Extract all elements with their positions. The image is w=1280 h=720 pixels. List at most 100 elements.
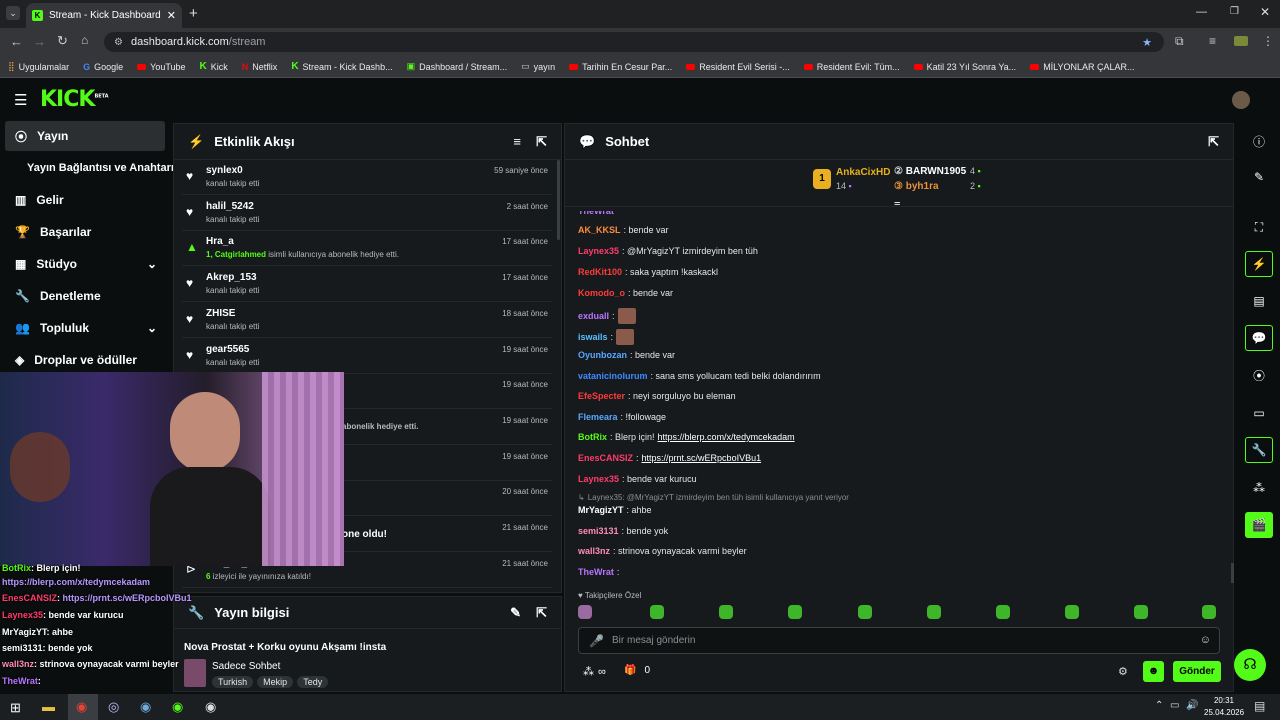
tab-search-icon[interactable]: ⌄ — [6, 6, 20, 20]
system-clock[interactable]: 20:31 25.04.2026 — [1204, 695, 1244, 719]
sidebar-item-topluluk[interactable]: 👥 Topluluk ⌄ — [5, 313, 165, 343]
chat-username[interactable]: TheWrat — [578, 567, 614, 577]
popout-icon[interactable]: ⇱ — [536, 134, 547, 150]
chat-username[interactable]: wall3nz — [578, 546, 610, 556]
popout-icon[interactable]: ⇱ — [1208, 134, 1219, 150]
emote-icon[interactable] — [927, 605, 941, 619]
volume-icon[interactable]: 🔊 — [1186, 700, 1198, 711]
user-avatar[interactable] — [1232, 91, 1250, 109]
emote-icon[interactable] — [578, 605, 592, 619]
send-button[interactable]: Gönder — [1173, 661, 1221, 682]
bookmark-youtube[interactable]: YouTube — [137, 62, 186, 72]
event-username[interactable]: Hra_a — [206, 236, 234, 247]
event-username[interactable]: ZHISE — [206, 308, 235, 319]
file-explorer-icon[interactable]: ▬ — [42, 699, 55, 714]
leader-name-1[interactable]: AnkaCixHD — [836, 167, 890, 178]
minimize-icon[interactable]: — — [1196, 6, 1207, 18]
reload-icon[interactable]: ↻ — [57, 33, 68, 49]
broadcast-toggle-icon[interactable]: ⦿ — [1245, 362, 1273, 388]
chat-username[interactable]: Oyunbozan — [578, 350, 627, 360]
bookmark-dashboard-stream[interactable]: ▣ Dashboard / Stream... — [407, 61, 508, 72]
profile-avatar-icon[interactable] — [1234, 36, 1248, 46]
chat-username[interactable]: semi3131 — [578, 526, 619, 536]
sidebar-item-studyo[interactable]: ▦ Stüdyo ⌄ — [5, 249, 165, 279]
address-bar[interactable]: ⚙ dashboard.kick.com/stream ★ — [104, 32, 1164, 52]
emote-icon[interactable] — [858, 605, 872, 619]
bookmark-yt-4[interactable]: Katil 23 Yıl Sonra Ya... — [913, 62, 1016, 72]
sidebar-item-droplar[interactable]: ◈ Droplar ve ödüller — [5, 345, 165, 375]
event-username[interactable]: gear5565 — [206, 344, 249, 355]
bookmark-yt-5[interactable]: MİLYONLAR ÇALAR... — [1030, 62, 1135, 72]
sidebar-item-gelir[interactable]: ▥ Gelir — [5, 185, 165, 215]
event-username[interactable]: halil_5242 — [206, 201, 254, 212]
forward-icon[interactable]: → — [33, 34, 46, 49]
windows-start-icon[interactable]: ⊞ — [10, 700, 21, 716]
leader-name-3[interactable]: ③ byh1ra — [894, 181, 939, 192]
new-tab-icon[interactable]: + — [189, 5, 198, 22]
chat-username[interactable]: EnesCANSIZ — [578, 453, 633, 463]
tag[interactable]: Turkish — [212, 676, 254, 688]
chat-username[interactable]: exdualI — [578, 311, 609, 321]
chat-username[interactable]: vatanicinolurum — [578, 371, 648, 381]
chat-link[interactable]: https://blerp.com/x/tedymcekadam — [658, 432, 795, 442]
browser-tab-active[interactable]: K Stream - Kick Dashboard ✕ — [26, 3, 182, 28]
kick-app-icon[interactable]: ◉ — [172, 699, 183, 715]
emote-icon[interactable] — [1202, 605, 1216, 619]
notes-icon[interactable]: ▤ — [1245, 288, 1273, 314]
tag[interactable]: Mekip — [257, 676, 294, 688]
restore-icon[interactable]: ❐ — [1230, 6, 1239, 17]
tag[interactable]: Tedy — [297, 676, 329, 688]
chat-username[interactable]: Flemeara — [578, 412, 618, 422]
bookmark-star-icon[interactable]: ★ — [1142, 36, 1152, 49]
event-username[interactable]: Akrep_153 — [206, 272, 257, 283]
layout-icon[interactable]: ▭ — [1245, 400, 1273, 426]
event-username[interactable]: synlex0 — [206, 165, 243, 176]
popout-icon[interactable]: ⇱ — [536, 605, 547, 621]
emote-icon[interactable] — [719, 605, 733, 619]
emote-icon[interactable] — [996, 605, 1010, 619]
edit-pencil-icon[interactable]: ✎ — [1245, 164, 1273, 190]
kick-logo[interactable]: KICKBETA — [40, 87, 109, 112]
gift-counter[interactable]: 🎁 0 — [624, 665, 650, 676]
mod-tools-icon[interactable]: 🔧 — [1245, 437, 1273, 463]
network-icon[interactable]: ▭ — [1170, 700, 1179, 711]
chat-username[interactable]: EfeSpecter — [578, 391, 625, 401]
chat-username[interactable]: MrYagizYT — [578, 505, 624, 515]
connections-icon[interactable]: ⁂ — [1245, 475, 1273, 501]
filter-icon[interactable]: ≡ — [513, 134, 521, 149]
notifications-icon[interactable]: ▤ — [1254, 699, 1265, 713]
back-icon[interactable]: ← — [10, 34, 23, 49]
chat-input[interactable]: 🎤 Bir mesaj gönderin ☺ — [578, 627, 1220, 654]
leader-name-2[interactable]: ② BARWN1905 — [894, 166, 966, 177]
chat-username[interactable]: RedKit100 — [578, 267, 622, 277]
steam-icon[interactable]: ◉ — [140, 699, 151, 715]
tray-chevron-icon[interactable]: ⌃ — [1155, 700, 1163, 711]
chat-link[interactable]: https://prnt.sc/wERpcboIVBu1 — [642, 453, 762, 463]
activity-toggle-icon[interactable]: ⚡ — [1245, 251, 1273, 277]
bookmark-kick-dashboard[interactable]: K Stream - Kick Dashb... — [291, 61, 392, 72]
emoji-icon[interactable]: ☺ — [1200, 634, 1211, 646]
channel-points[interactable]: ⁂ ∞ — [583, 665, 606, 679]
sidebar-item-basarilar[interactable]: 🏆 Başarılar — [5, 217, 165, 247]
sidebar-item-stream-key[interactable]: Yayın Bağlantısı ve Anahtarı — [5, 153, 174, 183]
menu-kebab-icon[interactable]: ⋮ — [1262, 34, 1274, 48]
edit-pencil-icon[interactable]: ✎ — [510, 605, 521, 621]
bookmark-apps[interactable]: ⣿ Uygulamalar — [8, 61, 69, 72]
chat-username[interactable]: AK_KKSL — [578, 225, 621, 235]
crop-icon[interactable]: ⛶ — [1245, 214, 1273, 240]
bookmark-yt-1[interactable]: Tarihin En Cesur Par... — [569, 62, 672, 72]
bookmark-kick[interactable]: K Kick — [200, 61, 228, 72]
media-icon[interactable]: ≡ — [1209, 34, 1216, 48]
hamburger-menu-icon[interactable]: ☰ — [14, 91, 27, 109]
activity-scrollbar[interactable] — [557, 160, 560, 240]
support-headset-icon[interactable]: ☊ — [1234, 649, 1266, 681]
info-icon[interactable]: ⓘ — [1245, 128, 1273, 154]
bookmark-google[interactable]: G Google — [83, 62, 123, 72]
emote-icon[interactable] — [1134, 605, 1148, 619]
emote-icon[interactable] — [788, 605, 802, 619]
tab-close-icon[interactable]: ✕ — [167, 9, 176, 22]
chat-username[interactable]: Laynex35 — [578, 246, 619, 256]
chat-toggle-icon[interactable]: 💬 — [1245, 325, 1273, 351]
chat-username[interactable]: BotRix — [578, 432, 607, 442]
home-icon[interactable]: ⌂ — [81, 33, 88, 47]
